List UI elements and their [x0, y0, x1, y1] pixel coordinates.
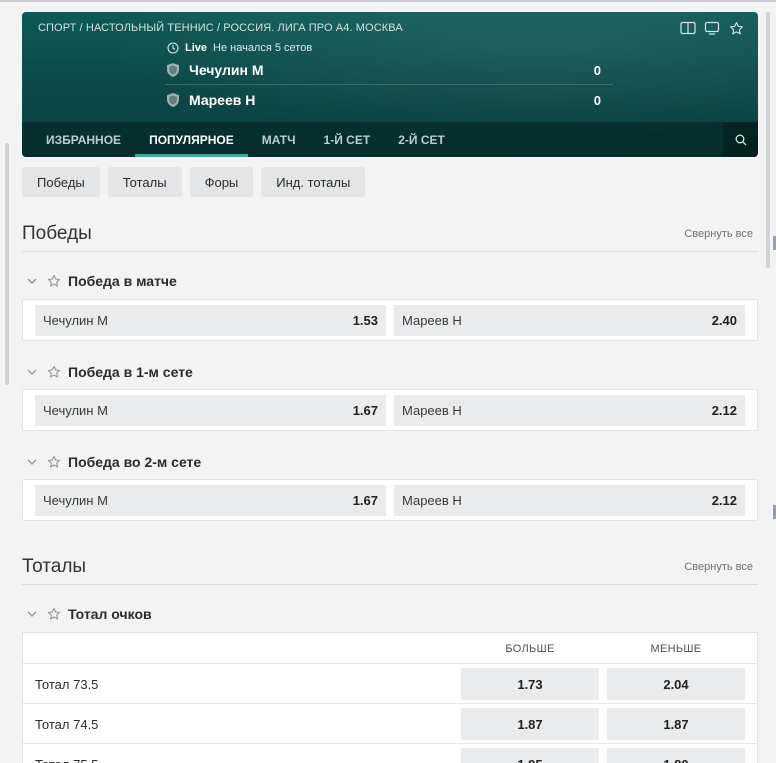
star-icon[interactable]	[728, 20, 744, 36]
outcome-button[interactable]: Чечулин М 1.67	[35, 395, 386, 426]
star-icon[interactable]	[47, 607, 61, 621]
outcome-odds: 2.12	[711, 493, 737, 508]
market-outcomes: Чечулин М 1.67 Мареев Н 2.12	[22, 389, 758, 431]
odds-under-button[interactable]: 1.80	[607, 748, 745, 763]
tab-favorites[interactable]: ИЗБРАННОЕ	[22, 122, 135, 157]
team-shield-icon	[167, 63, 179, 77]
market-tabs: ИЗБРАННОЕ ПОПУЛЯРНОЕ МАТЧ 1-Й СЕТ 2-Й СЕ…	[22, 122, 758, 157]
total-label: Тотал 73.5	[35, 676, 99, 692]
market-outcomes: Чечулин М 1.53 Мареев Н 2.40	[22, 299, 758, 341]
outcome-name: Мареев Н	[402, 403, 462, 418]
outcome-name: Чечулин М	[43, 403, 108, 418]
clock-icon	[167, 42, 179, 54]
outcome-name: Мареев Н	[402, 313, 462, 328]
column-header-under: МЕНЬШЕ	[650, 642, 702, 655]
wins-section-header: Победы Свернуть все	[22, 216, 758, 252]
outcome-odds: 2.12	[711, 403, 737, 418]
star-icon[interactable]	[47, 365, 61, 379]
left-scrollbar[interactable]	[5, 143, 9, 385]
outcome-name: Мареев Н	[402, 493, 462, 508]
table-row: Тотал 73.5 1.73 2.04	[23, 664, 757, 704]
outcome-odds: 1.53	[352, 313, 378, 328]
tab-set-1[interactable]: 1-Й СЕТ	[310, 122, 385, 157]
live-label: Live	[185, 42, 208, 54]
match-status: Live Не начался 5 сетов	[167, 42, 312, 54]
totals-section-header: Тоталы Свернуть все	[22, 549, 758, 585]
team-score: 0	[593, 62, 601, 78]
chevron-down-icon[interactable]	[24, 611, 40, 617]
column-header-over: БОЛЬШЕ	[505, 642, 555, 655]
search-button[interactable]	[723, 122, 758, 157]
tab-popular[interactable]: ПОПУЛЯРНОЕ	[135, 122, 248, 157]
market-header[interactable]: Тотал очков	[22, 603, 758, 625]
market-title: Тотал очков	[68, 606, 152, 622]
outcome-name: Чечулин М	[43, 493, 108, 508]
team-name: Мареев Н	[189, 92, 256, 108]
status-text: Не начался 5 сетов	[213, 42, 313, 54]
header-tools	[680, 20, 744, 36]
outcome-odds: 2.40	[711, 313, 737, 328]
filter-wins[interactable]: Победы	[22, 167, 100, 197]
total-label: Тотал 75.5	[35, 744, 98, 763]
outcome-odds: 1.67	[352, 403, 378, 418]
tv-icon[interactable]	[704, 20, 720, 36]
outcome-name: Чечулин М	[43, 313, 108, 328]
outcome-odds: 1.67	[352, 493, 378, 508]
market-title: Победа в 1-м сете	[68, 364, 193, 380]
team-shield-icon	[167, 93, 179, 107]
event-header: СПОРТ / НАСТОЛЬНЫЙ ТЕННИС / РОССИЯ. ЛИГА…	[22, 12, 758, 157]
team-divider	[165, 84, 613, 85]
chevron-down-icon[interactable]	[24, 459, 40, 465]
top-border	[0, 0, 776, 2]
filter-ind-totals[interactable]: Инд. тоталы	[261, 167, 366, 197]
market-header[interactable]: Победа в 1-м сете	[22, 361, 758, 383]
team-score: 0	[593, 92, 601, 108]
section-title: Победы	[22, 222, 92, 244]
breadcrumb[interactable]: СПОРТ / НАСТОЛЬНЫЙ ТЕННИС / РОССИЯ. ЛИГА…	[38, 22, 403, 34]
outcome-button[interactable]: Мареев Н 2.40	[394, 305, 745, 336]
filter-totals[interactable]: Тоталы	[107, 167, 182, 197]
market-title: Победа во 2-м сете	[68, 454, 202, 470]
market-title: Победа в матче	[68, 273, 177, 289]
star-icon[interactable]	[47, 274, 61, 288]
odds-over-button[interactable]: 1.87	[461, 708, 599, 740]
odds-under-button[interactable]: 1.87	[607, 708, 745, 740]
star-icon[interactable]	[47, 455, 61, 469]
right-scrollbar[interactable]	[766, 12, 770, 268]
market-header[interactable]: Победа во 2-м сете	[22, 451, 758, 473]
total-label: Тотал 74.5	[35, 716, 99, 732]
outcome-button[interactable]: Чечулин М 1.67	[35, 485, 386, 516]
tab-match[interactable]: МАТЧ	[248, 122, 310, 157]
market-header[interactable]: Победа в матче	[22, 270, 758, 292]
section-title: Тоталы	[22, 555, 87, 577]
table-row: Тотал 74.5 1.87 1.87	[23, 704, 757, 744]
team-row: Чечулин М 0	[165, 58, 613, 82]
table-row: Тотал 75.5 1.95 1.80	[23, 744, 757, 763]
filter-handicaps[interactable]: Форы	[189, 167, 254, 197]
chevron-down-icon[interactable]	[24, 278, 40, 284]
collapse-all-link[interactable]: Свернуть все	[684, 228, 753, 240]
market-outcomes: Чечулин М 1.67 Мареев Н 2.12	[22, 479, 758, 521]
outcome-button[interactable]: Мареев Н 2.12	[394, 395, 745, 426]
collapse-all-link[interactable]: Свернуть все	[684, 561, 753, 573]
totals-table: БОЛЬШЕ МЕНЬШЕ Тотал 73.5 1.73 2.04 Тотал…	[22, 632, 758, 763]
odds-under-button[interactable]: 2.04	[607, 668, 745, 700]
split-view-icon[interactable]	[680, 20, 696, 36]
totals-table-header: БОЛЬШЕ МЕНЬШЕ	[23, 633, 757, 664]
outcome-button[interactable]: Чечулин М 1.53	[35, 305, 386, 336]
odds-over-button[interactable]: 1.73	[461, 668, 599, 700]
odds-over-button[interactable]: 1.95	[461, 748, 599, 763]
team-name: Чечулин М	[189, 62, 264, 78]
team-row: Мареев Н 0	[165, 88, 613, 112]
chevron-down-icon[interactable]	[24, 369, 40, 375]
filter-chips: Победы Тоталы Форы Инд. тоталы	[22, 167, 366, 197]
tab-set-2[interactable]: 2-Й СЕТ	[384, 122, 459, 157]
outcome-button[interactable]: Мареев Н 2.12	[394, 485, 745, 516]
search-icon	[735, 134, 746, 145]
